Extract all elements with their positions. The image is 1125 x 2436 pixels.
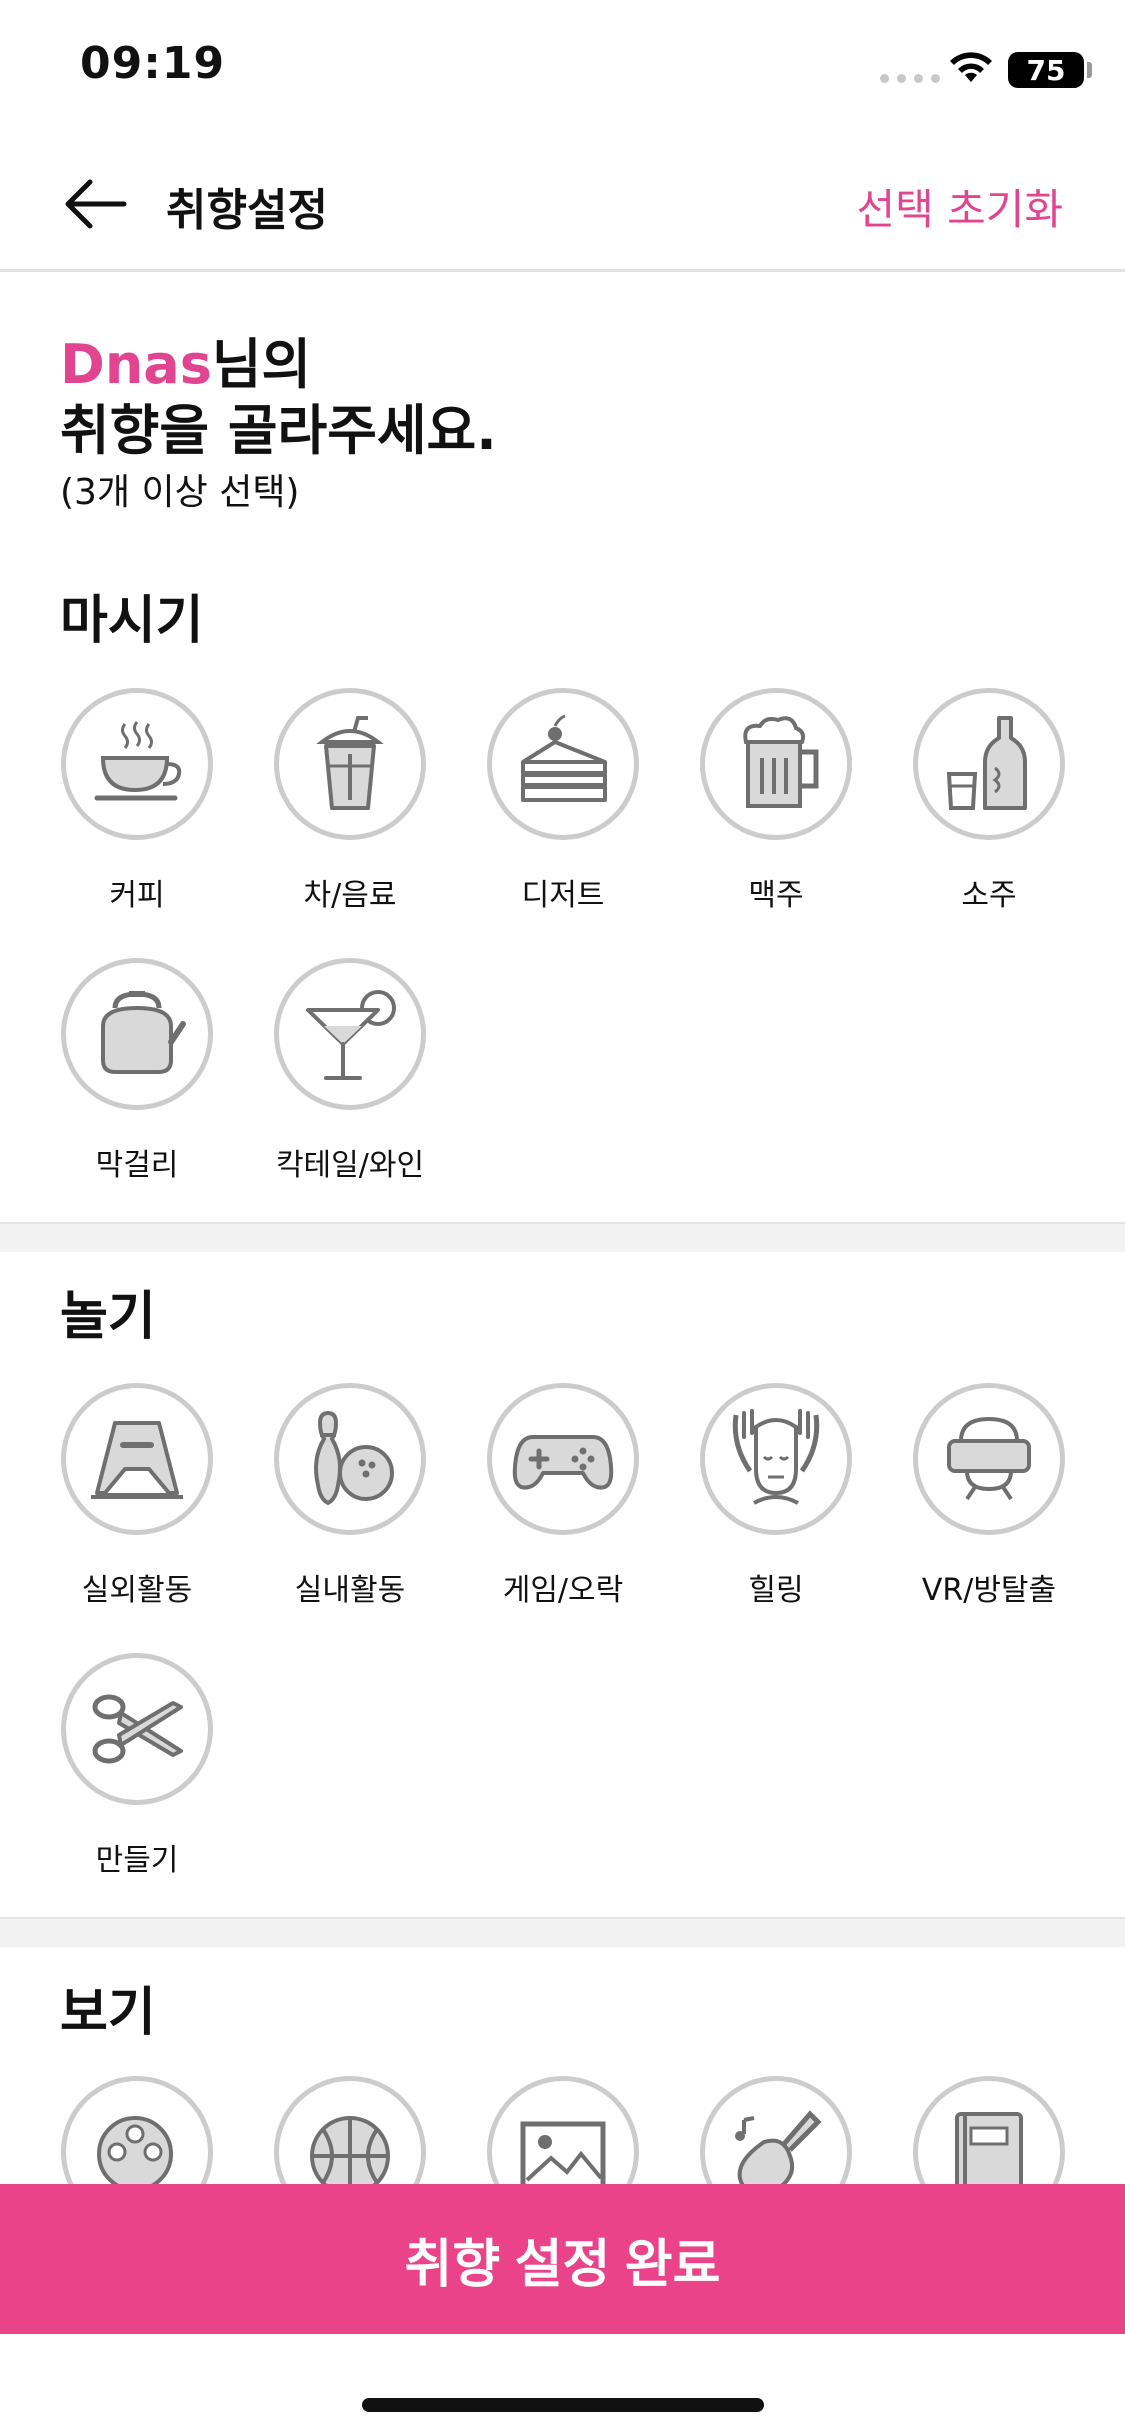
category-circle[interactable] [913,2076,1065,2184]
cocktail-icon [306,990,396,1080]
category-making[interactable]: 만들기 [60,1653,214,1878]
category-label: 소주 [961,878,1017,913]
guitar-icon [735,2110,822,2184]
category-label: 차/음료 [303,878,397,913]
category-circle[interactable] [487,2076,639,2184]
category-circle[interactable] [913,688,1065,840]
category-circle[interactable] [700,1383,852,1535]
section-divider [0,1222,1125,1252]
category-circle[interactable] [274,2076,426,2184]
category-indoor[interactable]: 실내활동 [273,1383,427,1608]
massage-face-icon [732,1409,820,1505]
category-label: 게임/오락 [502,1573,624,1608]
category-cocktail-wine[interactable]: 칵테일/와인 [273,958,427,1183]
back-arrow-icon[interactable] [62,176,128,232]
selection-hint: (3개 이상 선택) [60,472,300,513]
watching-items-clip [0,2076,1125,2184]
category-circle[interactable] [487,1383,639,1535]
category-makgeolli[interactable]: 막걸리 [60,958,214,1183]
page-title: 취향설정 [166,185,328,236]
category-game[interactable]: 게임/오락 [486,1383,640,1608]
greeting-line: Dnas님의 [60,332,1060,398]
scissors-icon [92,1694,183,1764]
cake-icon [521,714,607,802]
category-tea-drink[interactable]: 차/음료 [273,688,427,913]
category-label: 실외활동 [81,1573,193,1608]
reset-selection-button[interactable]: 선택 초기화 [856,176,1063,237]
kettle-icon [101,991,186,1074]
complete-preferences-button[interactable]: 취향 설정 완료 [0,2184,1125,2334]
picture-icon [520,2121,606,2184]
category-watch-4[interactable] [699,2076,853,2184]
safe-area [0,2334,1125,2436]
category-dessert[interactable]: 디저트 [486,688,640,913]
category-outdoor[interactable]: 실외활동 [60,1383,214,1608]
nav-header: 취향설정 선택 초기화 [0,140,1125,272]
soju-bottle-icon [946,716,1027,810]
category-label: 커피 [109,878,165,913]
category-circle[interactable] [487,688,639,840]
home-indicator[interactable] [362,2398,764,2412]
signal-icon [880,74,940,83]
category-soju[interactable]: 소주 [912,688,1066,913]
vr-headset-icon [947,1416,1031,1501]
category-watch-2[interactable] [273,2076,427,2184]
category-coffee[interactable]: 커피 [60,688,214,913]
category-circle[interactable] [913,1383,1065,1535]
category-label: 만들기 [95,1843,179,1878]
category-label: VR/방탈출 [921,1573,1057,1608]
category-beer[interactable]: 맥주 [699,688,853,913]
category-label: 맥주 [748,878,804,913]
category-circle[interactable] [274,1383,426,1535]
coffee-cup-icon [94,721,182,801]
status-time: 09:19 [80,38,226,89]
beer-mug-icon [743,716,819,808]
category-circle[interactable] [274,958,426,1110]
category-label: 막걸리 [95,1148,179,1183]
gamepad-icon [512,1435,614,1490]
tent-icon [91,1421,183,1499]
user-name: Dnas [60,333,212,396]
category-circle[interactable] [61,688,213,840]
category-label: 실내활동 [294,1573,406,1608]
category-vr-escape[interactable]: VR/방탈출 [912,1383,1066,1608]
category-circle[interactable] [700,2076,852,2184]
category-circle[interactable] [274,688,426,840]
book-icon [955,2112,1023,2184]
section-title: 보기 [60,1983,156,2043]
section-title: 마시기 [60,591,204,651]
status-bar: 09:19 75 [0,0,1125,140]
category-watch-3[interactable] [486,2076,640,2184]
category-circle[interactable] [700,688,852,840]
category-healing[interactable]: 힐링 [699,1383,853,1608]
category-watch-1[interactable] [60,2076,214,2184]
category-circle[interactable] [61,1383,213,1535]
intro-text: Dnas님의 취향을 골라주세요. (3개 이상 선택) [60,332,1060,518]
greeting-title: 취향을 골라주세요. [60,399,497,462]
category-label: 칵테일/와인 [275,1148,425,1183]
section-title: 놀기 [60,1287,156,1347]
category-circle[interactable] [61,1653,213,1805]
battery-tip [1087,62,1092,78]
category-circle[interactable] [61,958,213,1110]
category-label: 디저트 [521,878,605,913]
film-reel-icon [97,2116,173,2184]
drink-cup-icon [316,716,384,810]
bowling-icon [314,1410,394,1506]
category-circle[interactable] [61,2076,213,2184]
category-watch-5[interactable] [912,2076,1066,2184]
section-divider [0,1917,1125,1947]
wifi-icon [950,52,992,82]
battery-level: 75 [1026,53,1066,87]
basketball-icon [310,2116,390,2184]
battery-icon: 75 [1008,52,1084,88]
greeting-suffix: 님의 [211,333,312,396]
category-label: 힐링 [748,1573,804,1608]
